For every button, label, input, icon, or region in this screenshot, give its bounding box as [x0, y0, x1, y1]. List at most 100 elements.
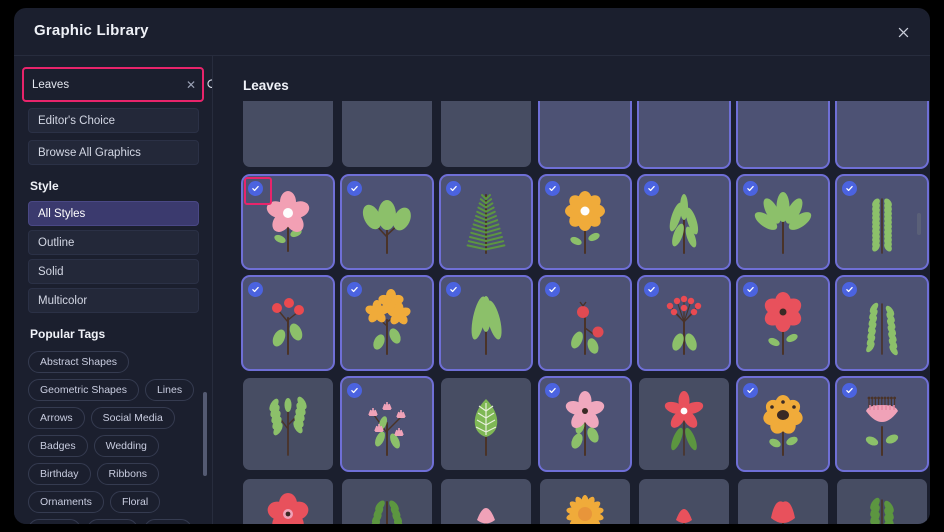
graphic-tile-partial-top[interactable]: [837, 101, 927, 167]
graphic-thumbnail: [653, 490, 715, 524]
graphic-thumbnail: [653, 187, 715, 257]
graphic-tile-pink-blossom-flower[interactable]: [243, 176, 333, 268]
graphic-thumbnail: [752, 389, 814, 459]
sidebar-item-label: Browse All Graphics: [38, 146, 141, 159]
graphic-tile-partial-top[interactable]: [441, 101, 531, 167]
tag-badges[interactable]: Badges: [28, 435, 88, 457]
check-icon[interactable]: [248, 181, 263, 196]
tag-ornaments[interactable]: Ornaments: [28, 491, 104, 513]
style-option-multicolor[interactable]: Multicolor: [28, 288, 199, 313]
search-input[interactable]: [26, 78, 186, 91]
graphic-thumbnail: [455, 490, 517, 524]
check-icon[interactable]: [248, 282, 263, 297]
graphic-tile-yellow-blossom-cluster[interactable]: [342, 277, 432, 369]
clear-icon[interactable]: ✕: [186, 78, 196, 92]
graphic-tile-fern-leaf-branch[interactable]: [342, 479, 432, 524]
graphic-thumbnail: [752, 288, 814, 358]
graphic-tile-partial-top[interactable]: [738, 101, 828, 167]
graphic-tile-fern-frond[interactable]: [441, 176, 531, 268]
check-icon[interactable]: [842, 181, 857, 196]
tag-lines[interactable]: Lines: [144, 379, 195, 401]
tag-geometric-shapes[interactable]: Geometric Shapes: [28, 379, 139, 401]
graphic-tile-partial-top[interactable]: [540, 101, 630, 167]
graphic-tile-grass-blades-sprig[interactable]: [639, 176, 729, 268]
tags-section-heading: Popular Tags: [30, 327, 106, 341]
tag-ribbons[interactable]: Ribbons: [96, 463, 160, 485]
results-heading: Leaves: [243, 78, 289, 93]
graphic-tile-partial-top[interactable]: [639, 101, 729, 167]
graphic-thumbnail: [851, 389, 913, 459]
graphic-tile-olive-leaf-branch[interactable]: [243, 378, 333, 470]
search-icon[interactable]: [206, 78, 212, 91]
graphic-thumbnail: [554, 187, 616, 257]
style-option-label: Outline: [38, 236, 75, 249]
graphic-tile-green-leaf-stem[interactable]: [837, 479, 927, 524]
graphic-tile-red-hibiscus-flower[interactable]: [243, 479, 333, 524]
graphic-tile-pink-protea-flower[interactable]: [837, 378, 927, 470]
graphic-tile-yellow-daisy-flower[interactable]: [540, 176, 630, 268]
graphic-tile-red-tulip-wide[interactable]: [738, 479, 828, 524]
graphic-tile-red-cosmos-flower[interactable]: [738, 277, 828, 369]
tag-birthday[interactable]: Birthday: [28, 463, 91, 485]
check-icon[interactable]: [347, 282, 362, 297]
graphic-tile-three-leaf-sprig[interactable]: [342, 176, 432, 268]
graphic-tile-orange-sunflower[interactable]: [540, 479, 630, 524]
sidebar-scrollbar[interactable]: [203, 392, 207, 476]
graphic-tile-pink-tulip[interactable]: [441, 479, 531, 524]
style-option-solid[interactable]: Solid: [28, 259, 199, 284]
graphic-thumbnail: [752, 490, 814, 524]
graphic-tile-rosehip-sprig[interactable]: [540, 277, 630, 369]
graphics-grid: [243, 101, 927, 524]
check-icon[interactable]: [644, 282, 659, 297]
graphics-grid-viewport: [214, 101, 930, 524]
check-icon[interactable]: [743, 383, 758, 398]
tag-floral[interactable]: Floral: [109, 491, 161, 513]
check-icon[interactable]: [347, 181, 362, 196]
graphic-tile-yellow-spotted-flower[interactable]: [738, 378, 828, 470]
tag-social-media[interactable]: Social Media: [90, 407, 175, 429]
search-field-wrapper: ✕: [22, 67, 212, 102]
sidebar-item-editors-choice[interactable]: Editor's Choice: [28, 108, 199, 133]
grid-scrollbar[interactable]: [917, 213, 921, 235]
style-option-label: All Styles: [38, 207, 86, 220]
graphic-tile-veined-leaf[interactable]: [441, 378, 531, 470]
graphic-tile-long-leaf-blades[interactable]: [441, 277, 531, 369]
check-icon[interactable]: [446, 282, 461, 297]
graphic-thumbnail: [554, 288, 616, 358]
graphic-tile-palmate-leaf[interactable]: [738, 176, 828, 268]
style-option-all-styles[interactable]: All Styles: [28, 201, 199, 226]
sidebar-scroll-area: Editor's Choice Browse All Graphics Styl…: [14, 108, 212, 524]
check-icon[interactable]: [842, 282, 857, 297]
check-icon[interactable]: [347, 383, 362, 398]
style-option-outline[interactable]: Outline: [28, 230, 199, 255]
graphic-tile-partial-top[interactable]: [243, 101, 333, 167]
check-icon[interactable]: [545, 282, 560, 297]
graphic-tile-pink-star-flower[interactable]: [540, 378, 630, 470]
search-box[interactable]: ✕: [26, 71, 212, 98]
tag-arrows[interactable]: Arrows: [28, 407, 85, 429]
graphic-tile-small-leaf-branch[interactable]: [837, 277, 927, 369]
check-icon[interactable]: [743, 282, 758, 297]
graphic-tile-red-star-flower[interactable]: [639, 378, 729, 470]
graphic-tile-red-berry-umbel[interactable]: [639, 277, 729, 369]
graphic-tile-red-berry-sprig[interactable]: [243, 277, 333, 369]
check-icon[interactable]: [446, 181, 461, 196]
close-icon[interactable]: [890, 19, 916, 45]
check-icon[interactable]: [842, 383, 857, 398]
check-icon[interactable]: [743, 181, 758, 196]
graphic-tile-pink-bell-flowers[interactable]: [342, 378, 432, 470]
check-icon[interactable]: [545, 181, 560, 196]
graphic-thumbnail: [356, 288, 418, 358]
graphic-tile-partial-top[interactable]: [342, 101, 432, 167]
sidebar-item-browse-all-graphics[interactable]: Browse All Graphics: [28, 140, 199, 165]
check-icon[interactable]: [644, 181, 659, 196]
graphic-tile-red-tulip-slim[interactable]: [639, 479, 729, 524]
tag-music[interactable]: Music: [86, 519, 139, 524]
tag-food[interactable]: Food: [144, 519, 193, 524]
check-icon[interactable]: [545, 383, 560, 398]
graphic-thumbnail: [653, 288, 715, 358]
graphic-tile-wheat-sprig[interactable]: [837, 176, 927, 268]
tag-wedding[interactable]: Wedding: [93, 435, 159, 457]
tag-travel[interactable]: Travel: [28, 519, 81, 524]
tag-abstract-shapes[interactable]: Abstract Shapes: [28, 351, 130, 373]
